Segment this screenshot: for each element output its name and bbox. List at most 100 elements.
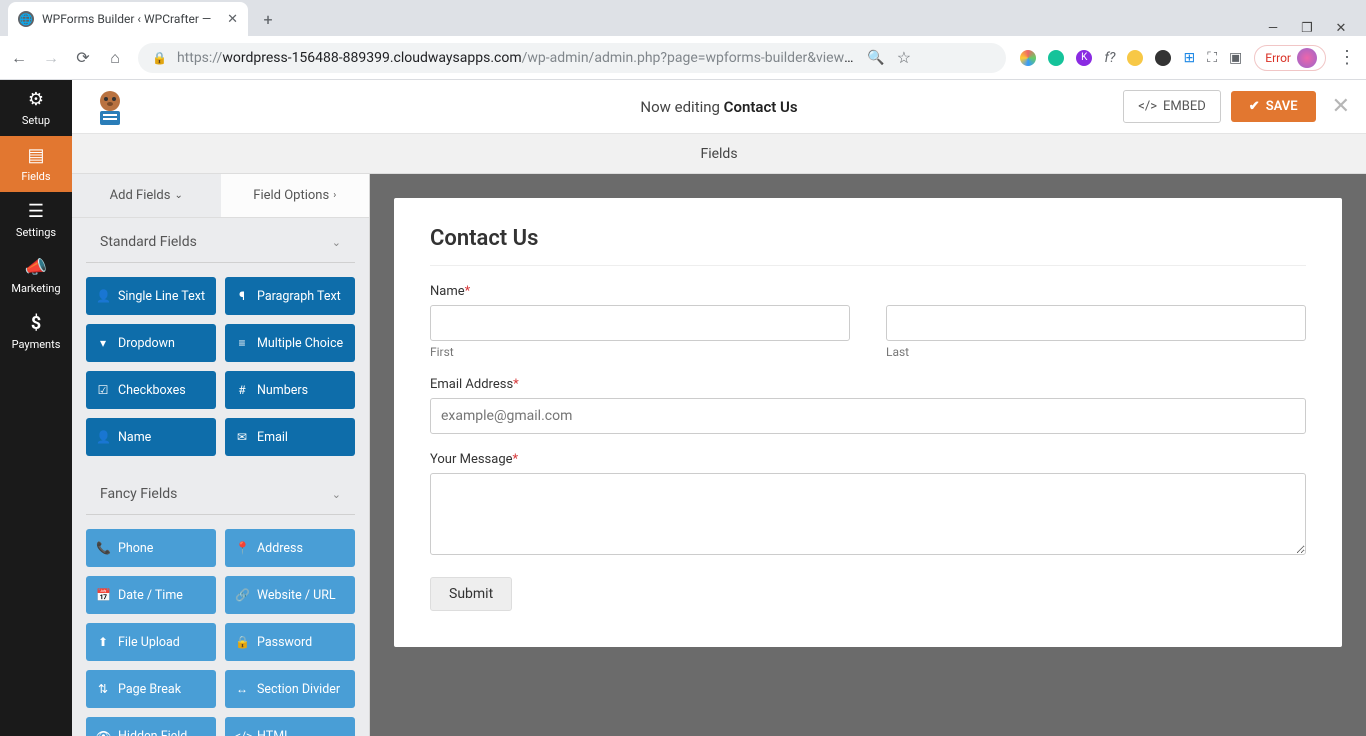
last-name-input[interactable]	[886, 305, 1306, 341]
window-controls: — ❐ ✕	[1266, 17, 1366, 36]
nav-fields[interactable]: ▤ Fields	[0, 136, 72, 192]
field-html[interactable]: </>HTML	[225, 717, 355, 736]
upload-icon: ⬆	[96, 635, 110, 649]
ext-icon[interactable]	[1020, 50, 1036, 66]
nav-setup[interactable]: ⚙ Setup	[0, 80, 72, 136]
field-paragraph-text[interactable]: ¶Paragraph Text	[225, 277, 355, 315]
kebab-menu-icon[interactable]: ⋮	[1338, 47, 1356, 68]
field-name[interactable]: 👤Name	[86, 418, 216, 456]
new-tab-button[interactable]: +	[254, 5, 282, 33]
browser-tab[interactable]: 🌐 WPForms Builder ‹ WPCrafter — ✕	[8, 2, 248, 36]
field-page-break[interactable]: ⇅Page Break	[86, 670, 216, 708]
field-single-line-text[interactable]: 👤Single Line Text	[86, 277, 216, 315]
zoom-icon[interactable]: 🔍	[867, 50, 885, 66]
standard-field-grid: 👤Single Line Text ¶Paragraph Text ▾Dropd…	[72, 263, 369, 470]
ext-icon[interactable]: f?	[1104, 50, 1115, 66]
back-icon[interactable]: ←	[10, 48, 28, 68]
tab-add-fields[interactable]: Add Fields ⌄	[72, 174, 221, 217]
save-button[interactable]: ✔ SAVE	[1231, 91, 1316, 122]
name-field[interactable]: Name* First Last	[430, 284, 1306, 359]
ext-icon[interactable]: ⊞	[1183, 50, 1195, 66]
field-label: Address	[257, 541, 303, 556]
fields-panel: Add Fields ⌄ Field Options › Standard Fi…	[72, 174, 370, 736]
reload-icon[interactable]: ⟳	[74, 48, 92, 67]
form-preview[interactable]: Contact Us Name* First Last	[394, 198, 1342, 647]
address-bar[interactable]: 🔒 https://wordpress-156488-889399.cloudw…	[138, 43, 1006, 73]
message-textarea[interactable]	[430, 473, 1306, 555]
fancy-field-grid: 📞Phone 📍Address 📅Date / Time 🔗Website / …	[72, 515, 369, 736]
field-label: Dropdown	[118, 336, 175, 351]
field-file-upload[interactable]: ⬆File Upload	[86, 623, 216, 661]
nav-label: Setup	[22, 114, 50, 127]
required-marker: *	[513, 377, 519, 392]
nav-payments[interactable]: $ Payments	[0, 304, 72, 360]
chevron-down-icon: ⌄	[332, 236, 341, 249]
avatar	[1297, 48, 1317, 68]
chevron-down-icon: ⌄	[174, 190, 182, 201]
first-name-input[interactable]	[430, 305, 850, 341]
wpforms-logo[interactable]	[88, 85, 132, 129]
field-section-divider[interactable]: ↔Section Divider	[225, 670, 355, 708]
ext-icon[interactable]: ▣	[1229, 50, 1242, 66]
code-icon: </>	[1138, 99, 1157, 114]
sliders-icon: ☰	[28, 201, 44, 222]
field-label: Phone	[118, 541, 153, 556]
star-icon[interactable]: ☆	[895, 48, 913, 67]
section-label: Fancy Fields	[100, 486, 177, 502]
email-input[interactable]	[430, 398, 1306, 434]
field-phone[interactable]: 📞Phone	[86, 529, 216, 567]
nav-settings[interactable]: ☰ Settings	[0, 192, 72, 248]
close-tab-icon[interactable]: ✕	[227, 12, 238, 27]
check-icon: ✔	[1249, 99, 1260, 114]
chevron-down-icon: ⌄	[332, 488, 341, 501]
url-text: https://wordpress-156488-889399.cloudway…	[177, 50, 857, 66]
section-fancy[interactable]: Fancy Fields ⌄	[86, 470, 355, 515]
submit-button[interactable]: Submit	[430, 577, 512, 611]
field-dropdown[interactable]: ▾Dropdown	[86, 324, 216, 362]
section-standard[interactable]: Standard Fields ⌄	[86, 218, 355, 263]
ext-icon[interactable]	[1048, 50, 1064, 66]
field-email[interactable]: ✉Email	[225, 418, 355, 456]
nav-label: Settings	[16, 226, 56, 239]
field-numbers[interactable]: #Numbers	[225, 371, 355, 409]
app-root: ⚙ Setup ▤ Fields ☰ Settings 📣 Marketing …	[0, 80, 1366, 736]
message-field[interactable]: Your Message*	[430, 452, 1306, 559]
maximize-icon[interactable]: ❐	[1300, 21, 1314, 36]
tab-field-options[interactable]: Field Options ›	[221, 174, 370, 217]
ext-icon[interactable]: ⛶	[1207, 50, 1217, 66]
dollar-icon: $	[31, 313, 41, 334]
field-password[interactable]: 🔒Password	[225, 623, 355, 661]
field-label: Hidden Field	[118, 729, 187, 736]
field-label: Multiple Choice	[257, 336, 343, 351]
field-website-url[interactable]: 🔗Website / URL	[225, 576, 355, 614]
forward-icon[interactable]: →	[42, 48, 60, 68]
sublabel-last: Last	[886, 345, 1306, 359]
field-date-time[interactable]: 📅Date / Time	[86, 576, 216, 614]
field-checkboxes[interactable]: ☑Checkboxes	[86, 371, 216, 409]
error-label: Error	[1265, 51, 1291, 65]
error-pill[interactable]: Error	[1254, 45, 1326, 71]
field-multiple-choice[interactable]: ≡Multiple Choice	[225, 324, 355, 362]
embed-button[interactable]: </> EMBED	[1123, 90, 1221, 123]
required-marker: *	[465, 284, 471, 299]
field-label: Email	[257, 430, 288, 445]
field-label: Name	[118, 430, 151, 445]
ext-icon[interactable]	[1155, 50, 1171, 66]
sub-header-title: Fields	[700, 146, 737, 162]
field-label: Email Address*	[430, 377, 1306, 392]
close-window-icon[interactable]: ✕	[1334, 21, 1348, 36]
panel-tabs: Add Fields ⌄ Field Options ›	[72, 174, 369, 218]
ext-icon[interactable]	[1127, 50, 1143, 66]
required-marker: *	[513, 452, 519, 467]
eye-icon: 👁	[96, 729, 110, 736]
extensions: K f? ⊞ ⛶ ▣ Error ⋮	[1020, 45, 1356, 71]
home-icon[interactable]: ⌂	[106, 48, 124, 68]
minimize-icon[interactable]: —	[1266, 21, 1280, 36]
field-label: Paragraph Text	[257, 289, 341, 304]
field-address[interactable]: 📍Address	[225, 529, 355, 567]
nav-marketing[interactable]: 📣 Marketing	[0, 248, 72, 304]
close-builder-icon[interactable]: ✕	[1332, 94, 1350, 119]
email-field[interactable]: Email Address*	[430, 377, 1306, 434]
ext-icon[interactable]: K	[1076, 50, 1092, 66]
field-hidden[interactable]: 👁 Hidden Field	[86, 717, 216, 736]
